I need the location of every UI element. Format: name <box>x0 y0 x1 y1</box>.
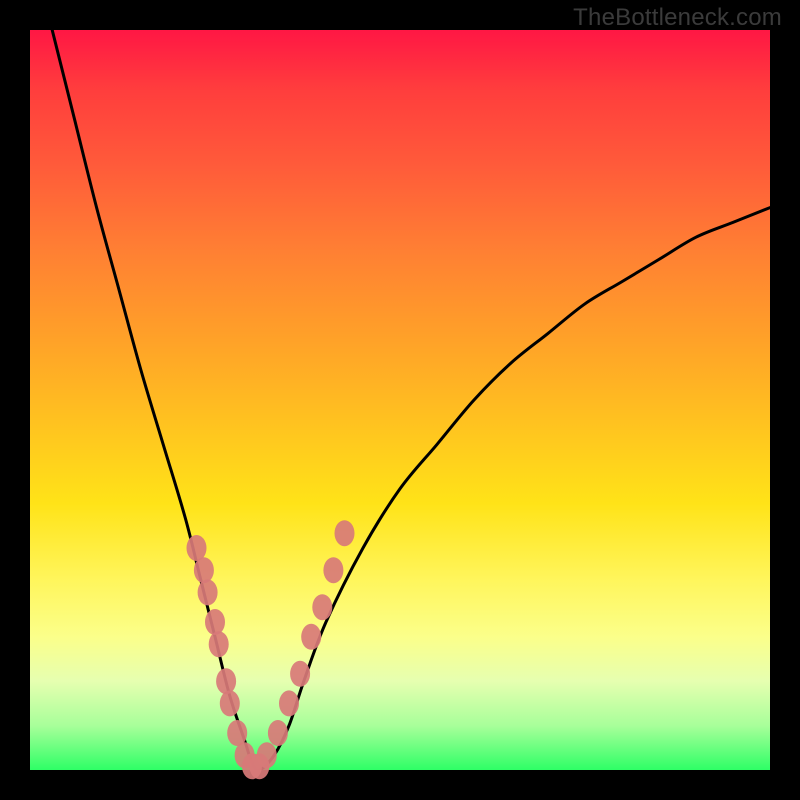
marker-dot <box>187 535 207 561</box>
plot-area <box>30 30 770 770</box>
sample-markers <box>187 520 355 779</box>
marker-dot <box>323 557 343 583</box>
chart-frame: TheBottleneck.com <box>0 0 800 800</box>
marker-dot <box>290 661 310 687</box>
chart-svg <box>30 30 770 770</box>
marker-dot <box>216 668 236 694</box>
marker-dot <box>257 742 277 768</box>
marker-dot <box>209 631 229 657</box>
watermark-text: TheBottleneck.com <box>573 4 782 32</box>
marker-dot <box>227 720 247 746</box>
marker-dot <box>301 624 321 650</box>
marker-dot <box>268 720 288 746</box>
marker-dot <box>198 579 218 605</box>
marker-dot <box>220 690 240 716</box>
marker-dot <box>335 520 355 546</box>
marker-dot <box>279 690 299 716</box>
marker-dot <box>194 557 214 583</box>
bottleneck-curve <box>52 30 770 770</box>
marker-dot <box>205 609 225 635</box>
marker-dot <box>312 594 332 620</box>
